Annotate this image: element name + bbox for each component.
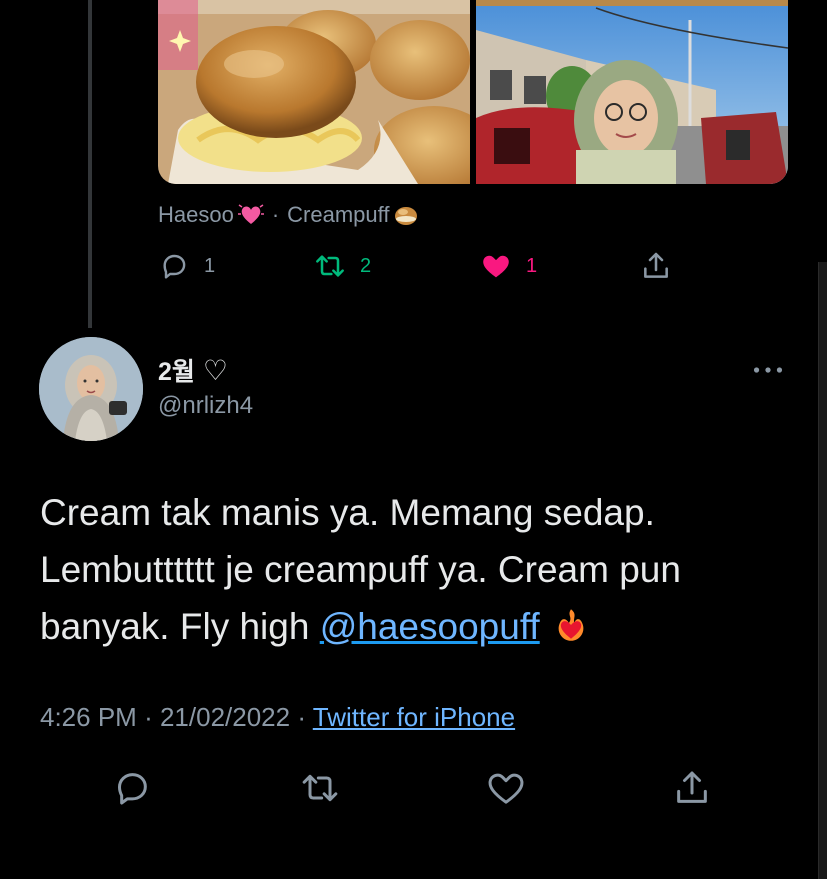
tweet-timestamp-line: 4:26 PM · 21/02/2022 · Twitter for iPhon…	[40, 702, 515, 733]
reply-icon	[163, 254, 186, 279]
heart-filled-icon	[483, 255, 509, 278]
media-photo-selfie[interactable]	[476, 0, 788, 184]
tweet-actions	[110, 766, 730, 810]
quoted-separator: ·	[271, 202, 280, 227]
quoted-retweet-button[interactable]: 2	[314, 250, 371, 282]
heart-on-fire-emoji-icon	[558, 609, 584, 641]
tweet-time[interactable]: 4:26 PM	[40, 702, 137, 732]
meta-dot-2: ·	[297, 702, 307, 732]
avatar[interactable]	[39, 337, 143, 441]
user-handle[interactable]: @nrlizh4	[158, 392, 253, 420]
share-icon	[677, 771, 707, 803]
quoted-retweet-count: 2	[360, 254, 372, 277]
meta-dot-1: ·	[144, 702, 153, 732]
quoted-like-button[interactable]: 1	[480, 250, 537, 282]
media-photo-creampuff[interactable]	[158, 0, 470, 184]
quoted-author-secondary: Creampuff	[287, 202, 390, 227]
tweet-date[interactable]: 21/02/2022	[160, 702, 290, 732]
share-button[interactable]	[670, 766, 714, 810]
quoted-author-name[interactable]: Haesoo	[158, 202, 234, 228]
creampuff-emoji-icon	[395, 207, 418, 225]
like-button[interactable]	[484, 766, 528, 810]
quoted-reply-count: 1	[204, 254, 216, 277]
share-icon	[644, 252, 668, 278]
quoted-share-button[interactable]	[640, 250, 672, 282]
retweet-icon	[316, 255, 344, 277]
more-icon	[753, 367, 783, 373]
mention-link[interactable]: @haesoopuff	[320, 606, 540, 647]
quoted-tweet-author-line: Haesoo · Creampuff	[158, 202, 419, 228]
quoted-reply-button[interactable]: 1	[158, 250, 215, 282]
display-name[interactable]: 2월 ♡	[158, 352, 228, 388]
growing-heart-emoji-icon	[237, 204, 264, 224]
heart-outline-symbol: ♡	[202, 354, 229, 386]
thread-connector-line	[88, 0, 92, 328]
tweet-body: Cream tak manis ya. Memang sedap. Lembut…	[40, 484, 800, 655]
more-options-button[interactable]	[746, 355, 790, 385]
retweet-button[interactable]	[298, 766, 342, 810]
quoted-tweet-actions: 1 2 1	[158, 250, 698, 286]
reply-button[interactable]	[110, 766, 154, 810]
scrollbar[interactable]	[818, 262, 827, 879]
reply-icon	[118, 773, 147, 805]
quoted-like-count: 1	[526, 254, 538, 277]
retweet-icon	[302, 774, 338, 802]
display-name-text: 2월	[158, 358, 195, 386]
quoted-tweet-media[interactable]	[158, 0, 788, 184]
heart-icon	[488, 773, 524, 804]
tweet-source-link[interactable]: Twitter for iPhone	[313, 702, 515, 732]
mention-text: @haesoopuff	[319, 606, 540, 647]
